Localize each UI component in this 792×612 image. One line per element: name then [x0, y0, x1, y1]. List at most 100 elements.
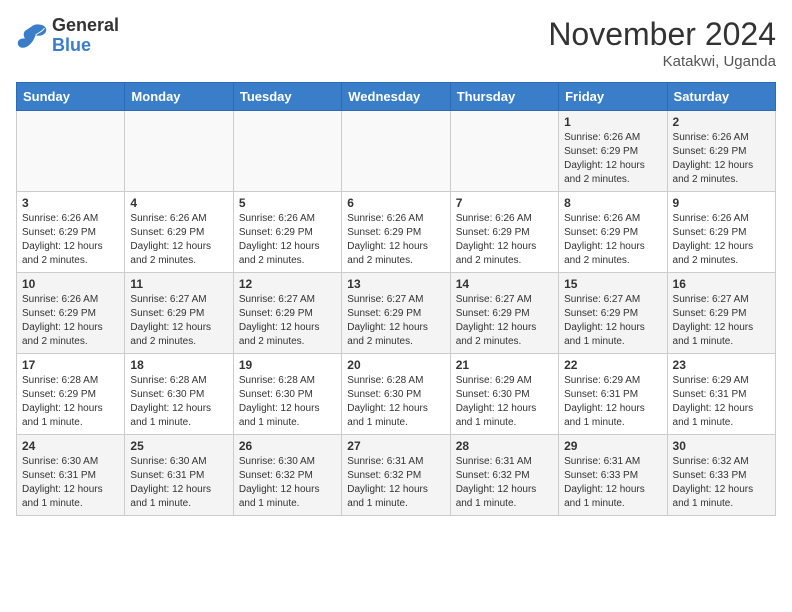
- day-number: 30: [673, 439, 770, 453]
- title-area: November 2024 Katakwi, Uganda: [548, 16, 776, 70]
- weekday-header: Thursday: [450, 83, 558, 111]
- day-number: 13: [347, 277, 444, 291]
- day-info: Sunrise: 6:29 AM Sunset: 6:31 PM Dayligh…: [564, 374, 661, 430]
- calendar-week-row: 17 Sunrise: 6:28 AM Sunset: 6:29 PM Dayli…: [17, 354, 776, 435]
- calendar-cell: 20 Sunrise: 6:28 AM Sunset: 6:30 PM Dayli…: [342, 354, 450, 435]
- day-info: Sunrise: 6:31 AM Sunset: 6:32 PM Dayligh…: [347, 455, 444, 511]
- calendar-cell: 13 Sunrise: 6:27 AM Sunset: 6:29 PM Dayli…: [342, 273, 450, 354]
- calendar-cell: 17 Sunrise: 6:28 AM Sunset: 6:29 PM Dayli…: [17, 354, 125, 435]
- calendar-cell: 27 Sunrise: 6:31 AM Sunset: 6:32 PM Dayli…: [342, 435, 450, 516]
- day-number: 19: [239, 358, 336, 372]
- day-info: Sunrise: 6:26 AM Sunset: 6:29 PM Dayligh…: [347, 212, 444, 268]
- calendar-cell: 4 Sunrise: 6:26 AM Sunset: 6:29 PM Daylig…: [125, 192, 233, 273]
- day-number: 3: [22, 196, 119, 210]
- day-number: 8: [564, 196, 661, 210]
- day-number: 7: [456, 196, 553, 210]
- weekday-header-row: SundayMondayTuesdayWednesdayThursdayFrid…: [17, 83, 776, 111]
- calendar-cell: 7 Sunrise: 6:26 AM Sunset: 6:29 PM Daylig…: [450, 192, 558, 273]
- weekday-header: Monday: [125, 83, 233, 111]
- day-number: 26: [239, 439, 336, 453]
- day-info: Sunrise: 6:26 AM Sunset: 6:29 PM Dayligh…: [130, 212, 227, 268]
- calendar-cell: 1Sunrise: 6:26 AM Sunset: 6:29 PM Daylig…: [559, 111, 667, 192]
- day-info: Sunrise: 6:27 AM Sunset: 6:29 PM Dayligh…: [673, 293, 770, 349]
- day-info: Sunrise: 6:29 AM Sunset: 6:31 PM Dayligh…: [673, 374, 770, 430]
- calendar-body: 1Sunrise: 6:26 AM Sunset: 6:29 PM Daylig…: [17, 111, 776, 516]
- day-number: 24: [22, 439, 119, 453]
- calendar-cell: 14Sunrise: 6:27 AM Sunset: 6:29 PM Dayli…: [450, 273, 558, 354]
- day-info: Sunrise: 6:26 AM Sunset: 6:29 PM Dayligh…: [22, 212, 119, 268]
- logo: General Blue: [16, 16, 119, 56]
- day-number: 29: [564, 439, 661, 453]
- day-info: Sunrise: 6:31 AM Sunset: 6:33 PM Dayligh…: [564, 455, 661, 511]
- calendar-cell: 19 Sunrise: 6:28 AM Sunset: 6:30 PM Dayli…: [233, 354, 341, 435]
- day-number: 15: [564, 277, 661, 291]
- day-number: 27: [347, 439, 444, 453]
- weekday-header: Friday: [559, 83, 667, 111]
- calendar-header: SundayMondayTuesdayWednesdayThursdayFrid…: [17, 83, 776, 111]
- calendar-week-row: 10Sunrise: 6:26 AM Sunset: 6:29 PM Dayli…: [17, 273, 776, 354]
- day-number: 17: [22, 358, 119, 372]
- day-info: Sunrise: 6:26 AM Sunset: 6:29 PM Dayligh…: [456, 212, 553, 268]
- logo-text: General Blue: [52, 16, 119, 56]
- day-info: Sunrise: 6:27 AM Sunset: 6:29 PM Dayligh…: [347, 293, 444, 349]
- day-info: Sunrise: 6:27 AM Sunset: 6:29 PM Dayligh…: [239, 293, 336, 349]
- calendar-cell: [233, 111, 341, 192]
- day-info: Sunrise: 6:26 AM Sunset: 6:29 PM Dayligh…: [673, 212, 770, 268]
- day-number: 9: [673, 196, 770, 210]
- calendar-cell: 23Sunrise: 6:29 AM Sunset: 6:31 PM Dayli…: [667, 354, 775, 435]
- day-info: Sunrise: 6:27 AM Sunset: 6:29 PM Dayligh…: [564, 293, 661, 349]
- day-info: Sunrise: 6:30 AM Sunset: 6:32 PM Dayligh…: [239, 455, 336, 511]
- day-number: 22: [564, 358, 661, 372]
- calendar-cell: 28 Sunrise: 6:31 AM Sunset: 6:32 PM Dayli…: [450, 435, 558, 516]
- day-info: Sunrise: 6:28 AM Sunset: 6:29 PM Dayligh…: [22, 374, 119, 430]
- day-info: Sunrise: 6:28 AM Sunset: 6:30 PM Dayligh…: [239, 374, 336, 430]
- day-info: Sunrise: 6:26 AM Sunset: 6:29 PM Dayligh…: [239, 212, 336, 268]
- day-info: Sunrise: 6:26 AM Sunset: 6:29 PM Dayligh…: [564, 131, 661, 187]
- calendar-cell: 10Sunrise: 6:26 AM Sunset: 6:29 PM Dayli…: [17, 273, 125, 354]
- calendar-cell: 29 Sunrise: 6:31 AM Sunset: 6:33 PM Dayli…: [559, 435, 667, 516]
- calendar-cell: 5Sunrise: 6:26 AM Sunset: 6:29 PM Daylig…: [233, 192, 341, 273]
- day-info: Sunrise: 6:32 AM Sunset: 6:33 PM Dayligh…: [673, 455, 770, 511]
- month-title: November 2024: [548, 16, 776, 53]
- weekday-header: Sunday: [17, 83, 125, 111]
- day-number: 18: [130, 358, 227, 372]
- logo-bird-icon: [16, 22, 48, 50]
- calendar-cell: [125, 111, 233, 192]
- day-number: 12: [239, 277, 336, 291]
- weekday-header: Tuesday: [233, 83, 341, 111]
- weekday-header: Wednesday: [342, 83, 450, 111]
- calendar-cell: [342, 111, 450, 192]
- calendar-cell: 16Sunrise: 6:27 AM Sunset: 6:29 PM Dayli…: [667, 273, 775, 354]
- day-number: 14: [456, 277, 553, 291]
- day-number: 28: [456, 439, 553, 453]
- header: General Blue November 2024 Katakwi, Ugan…: [16, 16, 776, 70]
- calendar-cell: [17, 111, 125, 192]
- calendar-cell: 22 Sunrise: 6:29 AM Sunset: 6:31 PM Dayli…: [559, 354, 667, 435]
- calendar-cell: 15 Sunrise: 6:27 AM Sunset: 6:29 PM Dayli…: [559, 273, 667, 354]
- day-info: Sunrise: 6:31 AM Sunset: 6:32 PM Dayligh…: [456, 455, 553, 511]
- day-number: 6: [347, 196, 444, 210]
- calendar-cell: 6 Sunrise: 6:26 AM Sunset: 6:29 PM Daylig…: [342, 192, 450, 273]
- calendar-cell: [450, 111, 558, 192]
- day-info: Sunrise: 6:30 AM Sunset: 6:31 PM Dayligh…: [22, 455, 119, 511]
- day-number: 11: [130, 277, 227, 291]
- day-number: 4: [130, 196, 227, 210]
- day-number: 21: [456, 358, 553, 372]
- calendar-cell: 2Sunrise: 6:26 AM Sunset: 6:29 PM Daylig…: [667, 111, 775, 192]
- calendar-week-row: 3 Sunrise: 6:26 AM Sunset: 6:29 PM Daylig…: [17, 192, 776, 273]
- day-info: Sunrise: 6:26 AM Sunset: 6:29 PM Dayligh…: [564, 212, 661, 268]
- calendar-week-row: 1Sunrise: 6:26 AM Sunset: 6:29 PM Daylig…: [17, 111, 776, 192]
- day-info: Sunrise: 6:28 AM Sunset: 6:30 PM Dayligh…: [347, 374, 444, 430]
- day-info: Sunrise: 6:26 AM Sunset: 6:29 PM Dayligh…: [673, 131, 770, 187]
- day-number: 25: [130, 439, 227, 453]
- calendar-table: SundayMondayTuesdayWednesdayThursdayFrid…: [16, 82, 776, 516]
- calendar-cell: 26 Sunrise: 6:30 AM Sunset: 6:32 PM Dayli…: [233, 435, 341, 516]
- calendar-cell: 9 Sunrise: 6:26 AM Sunset: 6:29 PM Daylig…: [667, 192, 775, 273]
- day-number: 20: [347, 358, 444, 372]
- calendar-cell: 3 Sunrise: 6:26 AM Sunset: 6:29 PM Daylig…: [17, 192, 125, 273]
- calendar-cell: 24 Sunrise: 6:30 AM Sunset: 6:31 PM Dayli…: [17, 435, 125, 516]
- day-info: Sunrise: 6:29 AM Sunset: 6:30 PM Dayligh…: [456, 374, 553, 430]
- weekday-header: Saturday: [667, 83, 775, 111]
- day-info: Sunrise: 6:30 AM Sunset: 6:31 PM Dayligh…: [130, 455, 227, 511]
- calendar-cell: 8 Sunrise: 6:26 AM Sunset: 6:29 PM Daylig…: [559, 192, 667, 273]
